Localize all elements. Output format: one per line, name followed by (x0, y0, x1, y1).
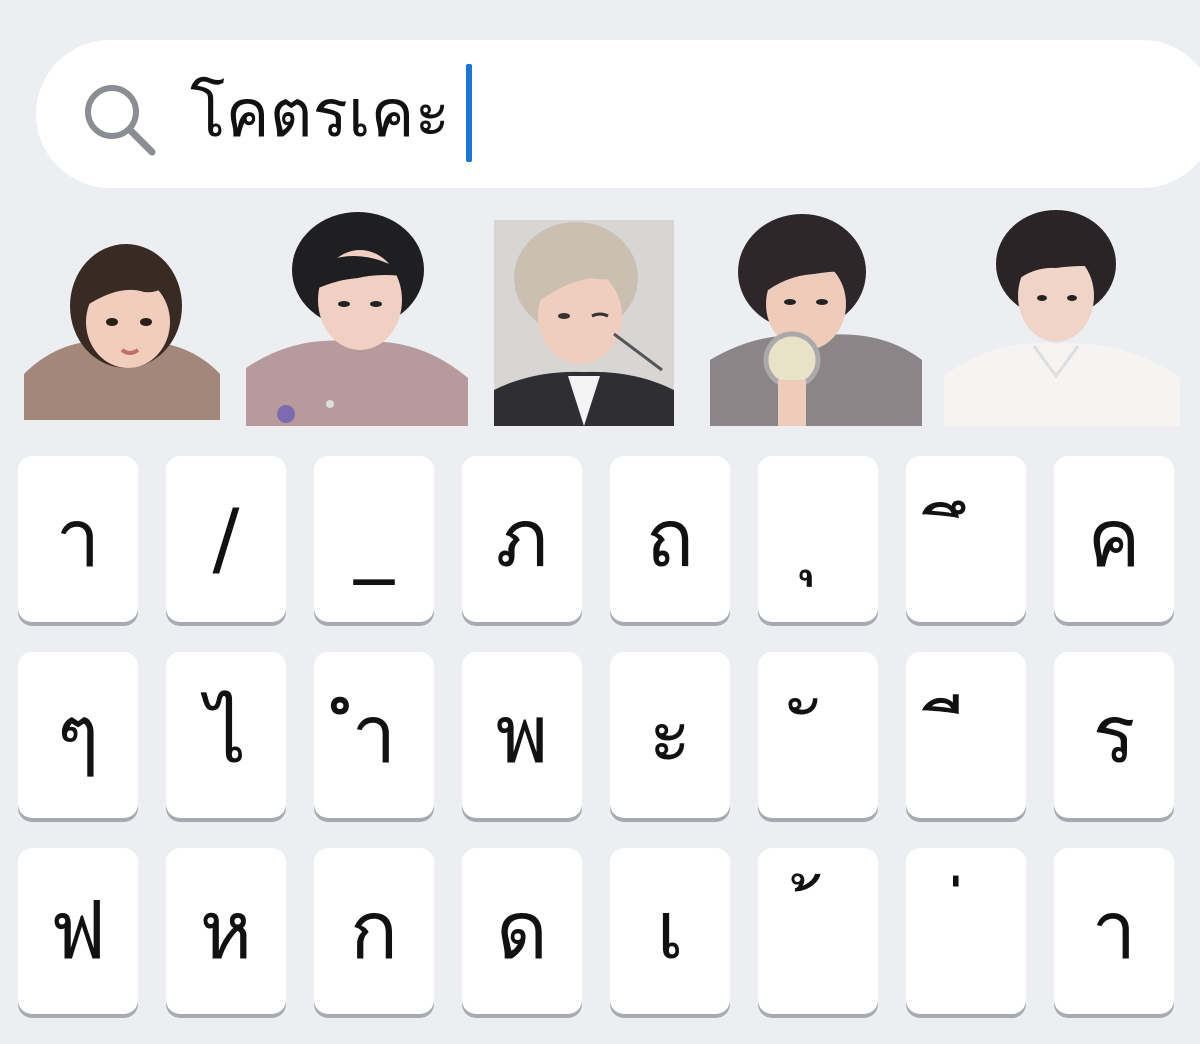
sticker-image (246, 212, 468, 426)
key-r1-6[interactable]: ุ (758, 456, 878, 622)
key-r1-3[interactable]: _ (314, 456, 434, 622)
key-r2-6[interactable]: ั (758, 652, 878, 818)
key-r3-6[interactable]: ้ (758, 848, 878, 1014)
search-icon (80, 80, 160, 160)
sticker-boy-holding-flashlight[interactable] (710, 210, 922, 426)
sticker-boy-blonde-wink[interactable] (494, 220, 674, 426)
key-r3-5[interactable]: เ (610, 848, 730, 1014)
sticker-boy-pink-sweater[interactable] (246, 208, 468, 426)
sticker-boy-beige-sweater[interactable] (24, 224, 220, 420)
key-r2-2[interactable]: ไ (166, 652, 286, 818)
key-r3-1[interactable]: ฟ (18, 848, 138, 1014)
key-r1-8[interactable]: ค (1054, 456, 1174, 622)
sticker-image (494, 220, 674, 426)
sticker-boy-white-shirt[interactable] (944, 206, 1180, 426)
sticker-image (944, 210, 1180, 426)
key-r3-4[interactable]: ด (462, 848, 582, 1014)
key-r3-8[interactable]: า (1054, 848, 1174, 1014)
key-r2-5[interactable]: ะ (610, 652, 730, 818)
sticker-image (24, 244, 220, 420)
text-caret (466, 64, 472, 162)
search-input[interactable]: โคตรเคะ (190, 64, 450, 164)
key-r3-3[interactable]: ก (314, 848, 434, 1014)
key-r1-7[interactable]: ึ (906, 456, 1026, 622)
key-r2-4[interactable]: พ (462, 652, 582, 818)
key-r2-7[interactable]: ี (906, 652, 1026, 818)
sticker-suggestions (0, 206, 1200, 428)
key-r2-8[interactable]: ร (1054, 652, 1174, 818)
key-r1-4[interactable]: ภ (462, 456, 582, 622)
key-r1-5[interactable]: ถ (610, 456, 730, 622)
key-r2-1[interactable]: ๆ (18, 652, 138, 818)
key-r3-2[interactable]: ห (166, 848, 286, 1014)
key-r1-1[interactable]: า (18, 456, 138, 622)
key-r3-7[interactable]: ่ (906, 848, 1026, 1014)
key-r2-3[interactable]: ำ (314, 652, 434, 818)
key-r1-2[interactable]: / (166, 456, 286, 622)
sticker-image (710, 214, 922, 426)
